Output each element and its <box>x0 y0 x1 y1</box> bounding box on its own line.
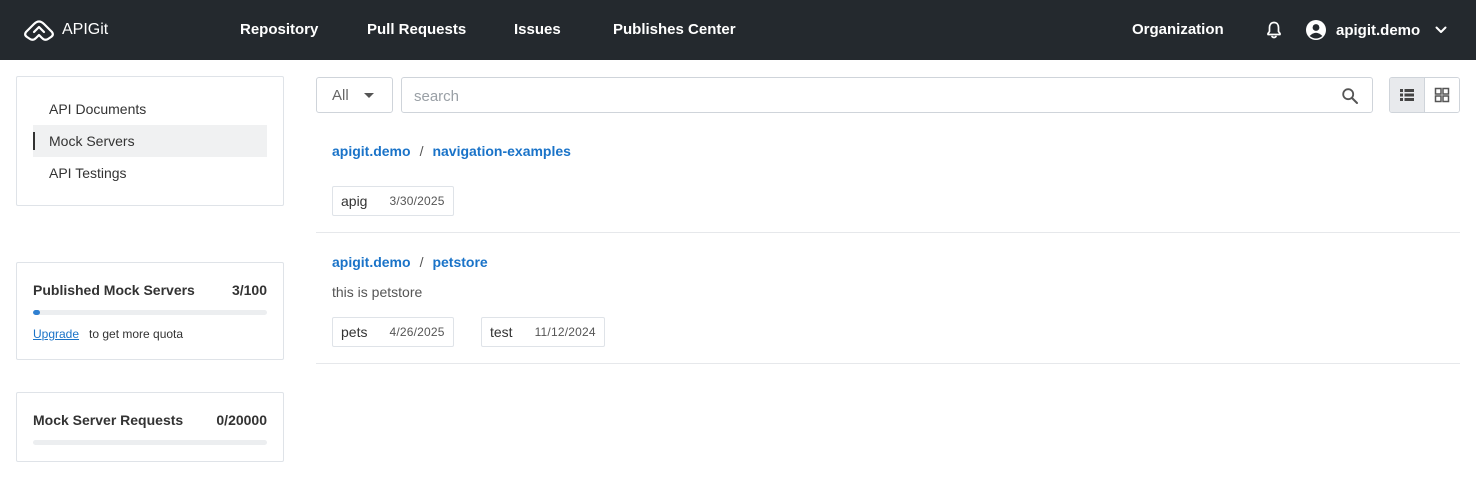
grid-view-icon <box>1434 87 1449 103</box>
mock-server-requests-quota: Mock Server Requests 0/20000 <box>16 392 284 462</box>
quota-progress-bar <box>33 440 267 445</box>
sidebar-item-api-testings[interactable]: API Testings <box>33 157 267 189</box>
repo-title: apigit.demo / petstore <box>332 254 488 270</box>
sidebar-item-api-documents[interactable]: API Documents <box>33 93 267 125</box>
nav-repository[interactable]: Repository <box>240 21 318 39</box>
apigit-logo-icon <box>24 20 54 41</box>
repo-owner-link[interactable]: apigit.demo <box>332 254 411 270</box>
nav-publishes-center[interactable]: Publishes Center <box>613 21 736 39</box>
nav-organization[interactable]: Organization <box>1132 21 1224 39</box>
username: apigit.demo <box>1336 21 1421 39</box>
list-item: apigit.demo / petstore this is petstore pe… <box>316 241 1460 364</box>
bell-icon[interactable] <box>1264 20 1284 40</box>
sidebar-menu: API Documents Mock Servers API Testings <box>16 76 284 206</box>
quota-title: Mock Server Requests <box>33 412 184 428</box>
grid-view-button[interactable] <box>1424 78 1459 112</box>
quota-count: 0/20000 <box>216 412 267 428</box>
nav-pull-requests[interactable]: Pull Requests <box>367 21 466 39</box>
upgrade-link[interactable]: Upgrade <box>33 327 79 341</box>
user-avatar-icon <box>1306 20 1326 40</box>
filter-select-value: All <box>332 87 349 104</box>
tag-name: test <box>490 324 513 340</box>
search-input[interactable] <box>414 85 1314 107</box>
tag-date: 3/30/2025 <box>389 194 445 208</box>
repo-name-link[interactable]: petstore <box>432 254 487 270</box>
quota-count: 3/100 <box>231 282 267 298</box>
tag-name: apig <box>341 193 368 209</box>
quota-title: Published Mock Servers <box>33 282 195 298</box>
chevron-down-icon <box>1435 26 1447 33</box>
list-item: apigit.demo / navigation-examples apig 3/3… <box>316 130 1460 233</box>
repo-separator: / <box>419 143 424 159</box>
repo-separator: / <box>419 254 424 270</box>
tag-name: pets <box>341 324 368 340</box>
app-logo[interactable]: APIGit <box>24 18 108 42</box>
tag-date: 4/26/2025 <box>389 325 445 339</box>
quota-note: to get more quota <box>89 327 184 341</box>
view-toggle <box>1389 77 1460 113</box>
user-menu[interactable]: apigit.demo <box>1305 19 1448 41</box>
list-view-button[interactable] <box>1390 78 1425 112</box>
repo-name-link[interactable]: navigation-examples <box>432 143 571 159</box>
search-icon[interactable] <box>1341 87 1359 105</box>
caret-down-icon <box>364 93 374 98</box>
quota-progress-bar <box>33 310 267 315</box>
nav-issues[interactable]: Issues <box>514 21 561 39</box>
repo-description: this is petstore <box>332 284 423 300</box>
version-tag[interactable]: apig 3/30/2025 <box>332 186 454 216</box>
published-mock-servers-quota: Published Mock Servers 3/100 Upgrade to … <box>16 262 284 360</box>
list-view-icon <box>1399 89 1414 101</box>
quota-progress-fill <box>33 310 41 315</box>
filter-select[interactable]: All <box>316 77 393 113</box>
tag-date: 11/12/2024 <box>534 325 596 339</box>
repo-title: apigit.demo / navigation-examples <box>332 143 571 159</box>
top-navbar: APIGit Repository Pull Requests Issues P… <box>0 0 1476 60</box>
repo-owner-link[interactable]: apigit.demo <box>332 143 411 159</box>
sidebar-item-mock-servers[interactable]: Mock Servers <box>33 125 267 157</box>
version-tag[interactable]: test 11/12/2024 <box>481 317 605 347</box>
app-name: APIGit <box>62 21 109 38</box>
version-tag[interactable]: pets 4/26/2025 <box>332 317 454 347</box>
search-box <box>401 77 1373 113</box>
